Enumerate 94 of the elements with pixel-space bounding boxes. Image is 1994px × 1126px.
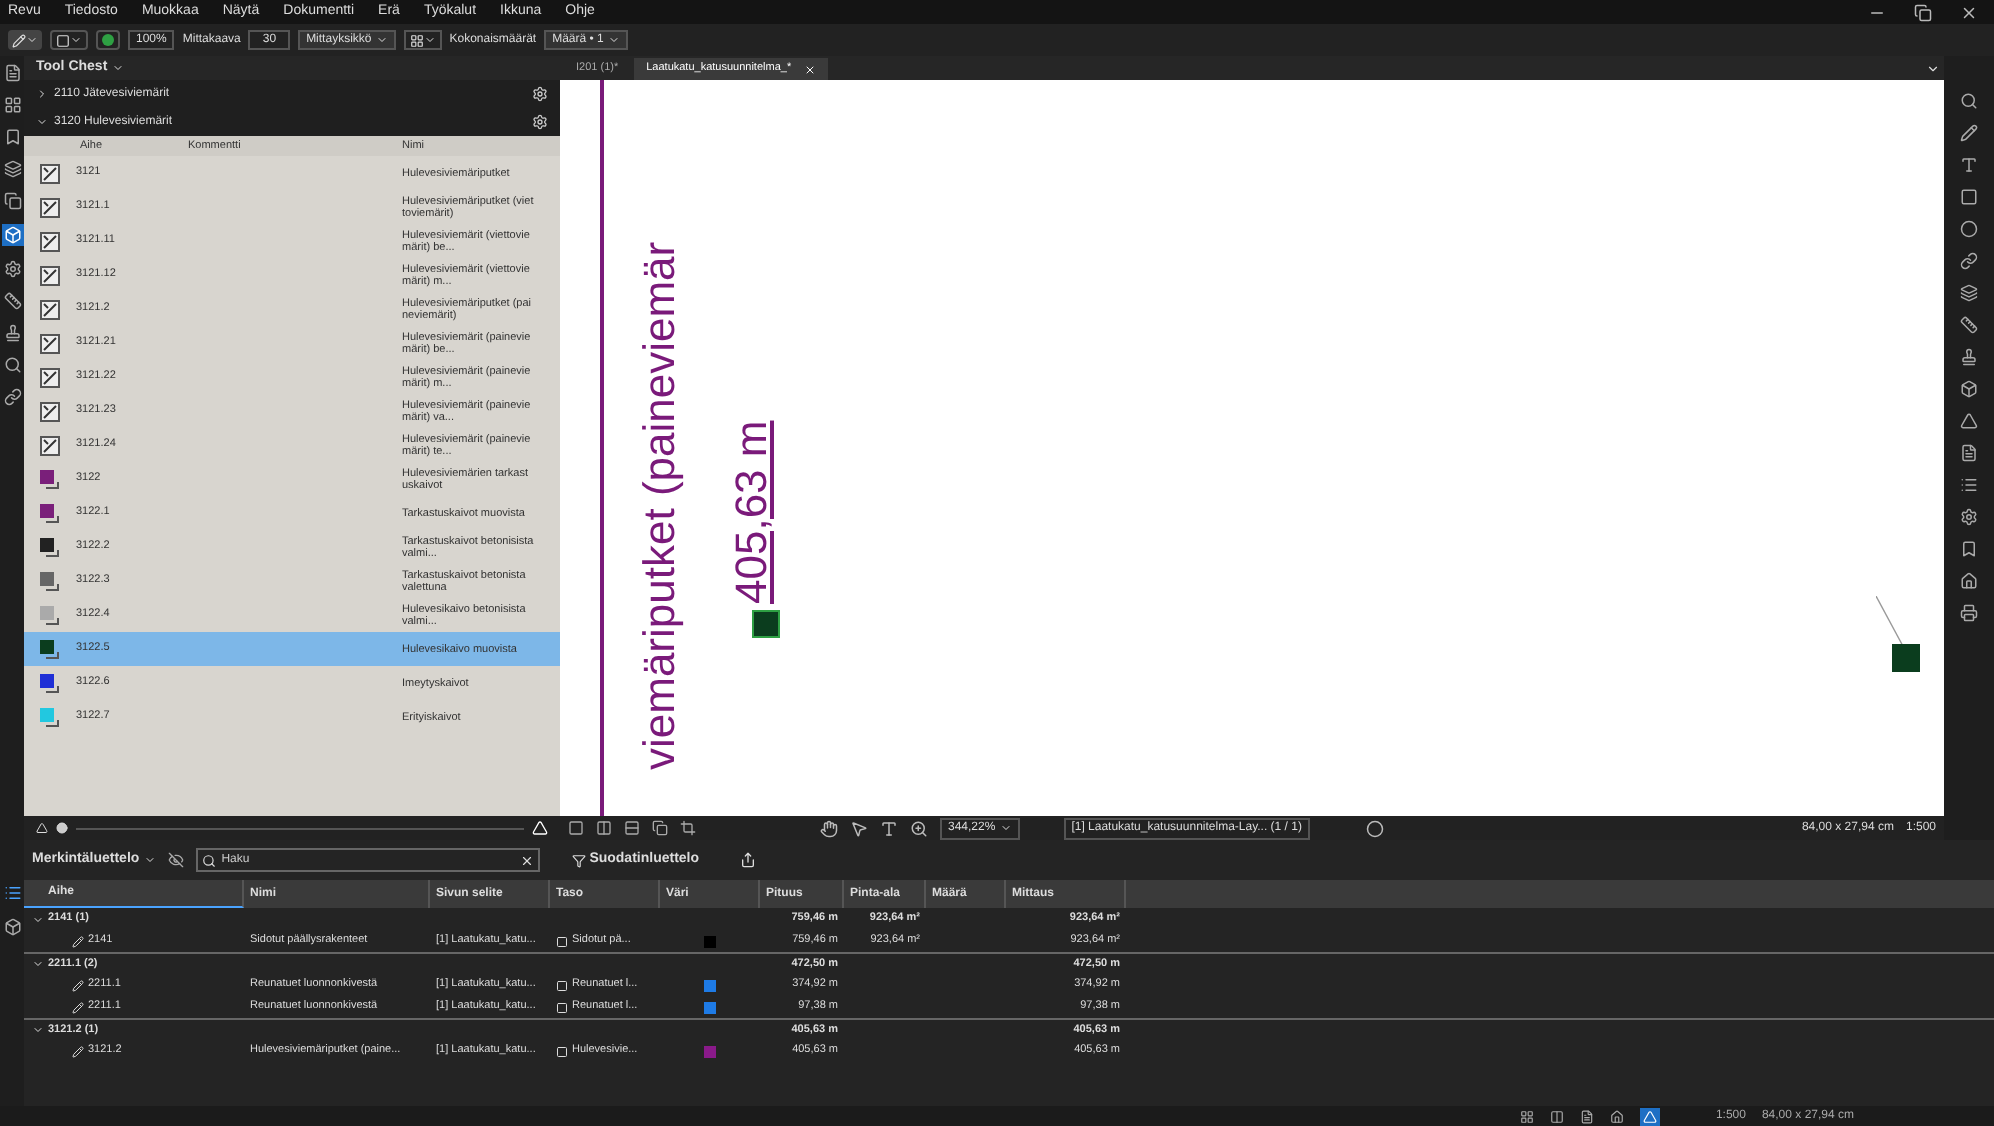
- tool-icon[interactable]: [1960, 284, 1978, 302]
- markup-icon: [40, 197, 60, 217]
- view-icon[interactable]: [652, 820, 668, 836]
- panel-icon[interactable]: [3, 64, 21, 82]
- manhole-marker: [1892, 644, 1920, 672]
- caret-icon: [607, 34, 620, 46]
- panel-icon[interactable]: [3, 324, 21, 342]
- pencil-icon: [12, 33, 26, 47]
- tool-icon[interactable]: [1960, 156, 1978, 174]
- status-icon[interactable]: [1639, 1107, 1660, 1125]
- markup-icon: [40, 435, 60, 455]
- settings-icon[interactable]: [532, 86, 548, 102]
- tool-icon[interactable]: [1960, 444, 1978, 462]
- settings-icon[interactable]: [532, 114, 548, 130]
- drawing-canvas[interactable]: viemäriputket (paineviemär 405,63 m: [560, 80, 1944, 816]
- manhole-marker: [752, 610, 780, 638]
- chevron-icon[interactable]: [36, 116, 48, 128]
- close-icon[interactable]: [1960, 3, 1978, 21]
- cube-icon[interactable]: [3, 918, 21, 936]
- panel-icon[interactable]: [3, 192, 21, 210]
- view-icon[interactable]: [624, 820, 640, 836]
- length-label: 405,63 m: [728, 420, 776, 604]
- triangle-icon[interactable]: [36, 822, 48, 834]
- status-icon[interactable]: [1579, 1109, 1594, 1123]
- markup-icon: [40, 367, 60, 387]
- chevron-icon[interactable]: [32, 1024, 44, 1036]
- panel-icon[interactable]: [3, 388, 21, 406]
- panel-icon[interactable]: [3, 128, 21, 146]
- chevron-icon[interactable]: [36, 88, 48, 100]
- tool-icon[interactable]: [1960, 540, 1978, 558]
- tool-icon[interactable]: [1960, 124, 1978, 142]
- markup-icon: [72, 935, 84, 947]
- chevron-icon[interactable]: [32, 913, 44, 925]
- tool-icon[interactable]: [1960, 572, 1978, 590]
- panel-icon[interactable]: [3, 160, 21, 178]
- tool-icon[interactable]: [1960, 252, 1978, 270]
- tool-icon[interactable]: [1960, 92, 1978, 110]
- pan-icon[interactable]: [820, 819, 838, 837]
- caret-icon: [375, 34, 388, 46]
- markup-icon: [40, 333, 60, 353]
- leader-line: [1876, 596, 1908, 648]
- markup-icon: [72, 979, 84, 991]
- text-select-icon[interactable]: [880, 819, 898, 837]
- zoom-icon[interactable]: [910, 819, 928, 837]
- status-icon[interactable]: [1549, 1109, 1564, 1123]
- view-icon[interactable]: [596, 820, 612, 836]
- shape-dropdown[interactable]: [50, 30, 88, 50]
- tool-icon[interactable]: [1960, 412, 1978, 430]
- status-icon[interactable]: [1609, 1109, 1624, 1123]
- markup-icon: [40, 265, 60, 285]
- tool-icon[interactable]: [1960, 604, 1978, 622]
- markup-icon: [72, 1045, 84, 1057]
- list-icon[interactable]: [3, 884, 21, 902]
- caret-icon: [70, 34, 82, 46]
- filter-icon: [571, 853, 586, 867]
- panel-icon[interactable]: [3, 260, 21, 278]
- layer-icon: [556, 935, 568, 947]
- layout-dropdown[interactable]: [403, 30, 442, 50]
- caret-icon: [423, 34, 436, 46]
- select-icon[interactable]: [850, 819, 868, 837]
- export-icon[interactable]: [739, 852, 756, 868]
- tool-icon[interactable]: [1960, 380, 1978, 398]
- markup-icon: [40, 231, 60, 251]
- view-icon[interactable]: [680, 820, 696, 836]
- caret-icon: [26, 34, 38, 46]
- markup-icon: [40, 299, 60, 319]
- panel-icon[interactable]: [3, 292, 21, 310]
- layer-icon: [556, 1045, 568, 1057]
- grid-icon: [409, 33, 424, 47]
- tool-icon[interactable]: [1960, 348, 1978, 366]
- tool-icon[interactable]: [1960, 316, 1978, 334]
- caret-icon[interactable]: [143, 854, 156, 866]
- tool-icon[interactable]: [1960, 476, 1978, 494]
- view-icon[interactable]: [568, 820, 584, 836]
- square-icon: [56, 33, 70, 47]
- tool-icon[interactable]: [1960, 508, 1978, 526]
- markup-icon: [40, 163, 60, 183]
- panel-icon[interactable]: [3, 356, 21, 374]
- pipe-label: viemäriputket (paineviemär: [636, 241, 684, 770]
- caret-icon[interactable]: [111, 62, 124, 74]
- markup-icon: [40, 401, 60, 421]
- caret-icon: [999, 822, 1012, 834]
- restore-icon[interactable]: [1914, 3, 1932, 21]
- tabs-dropdown-icon[interactable]: [1926, 62, 1940, 76]
- markup-icon: [72, 1001, 84, 1013]
- chevron-icon[interactable]: [32, 958, 44, 970]
- search-icon: [201, 853, 216, 867]
- panel-icon[interactable]: [3, 96, 21, 114]
- hide-icon[interactable]: [167, 852, 184, 868]
- tool-dropdown[interactable]: [8, 30, 42, 50]
- status-icon[interactable]: [1519, 1109, 1534, 1123]
- color-button[interactable]: [96, 30, 120, 50]
- clear-icon[interactable]: [519, 853, 534, 867]
- circle-icon[interactable]: [56, 822, 68, 834]
